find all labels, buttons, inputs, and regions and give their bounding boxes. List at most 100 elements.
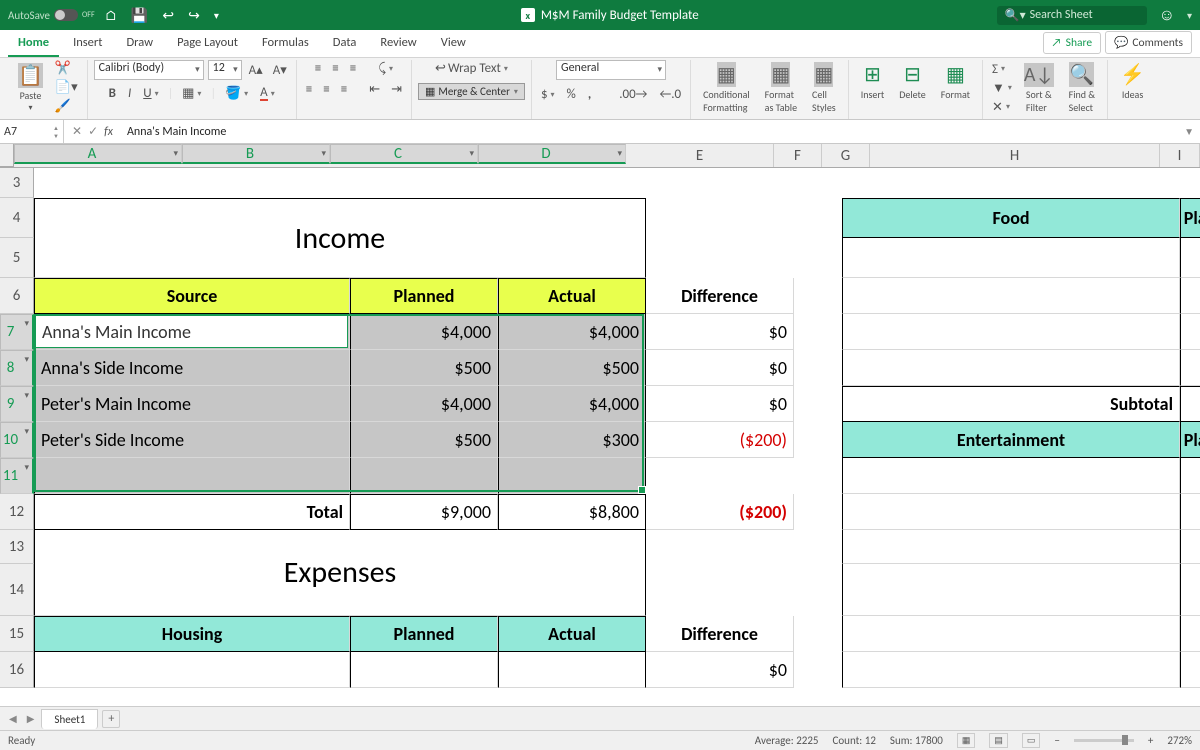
expenses-title[interactable]: Expenses — [34, 530, 646, 616]
increase-decimal-icon[interactable]: .00→ — [616, 86, 650, 103]
header-food[interactable]: Food — [842, 198, 1180, 238]
col-header-E[interactable]: E — [626, 144, 774, 167]
zoom-level[interactable]: 272% — [1167, 734, 1192, 747]
row-header-5[interactable]: 5 — [0, 238, 34, 278]
cell-e16[interactable]: $0 — [646, 652, 794, 688]
row-header-6[interactable]: 6 — [0, 278, 34, 314]
enter-formula-icon[interactable]: ✓ — [88, 124, 98, 139]
grid[interactable]: 345678910111213141516 IncomeSourcePlanne… — [0, 168, 1200, 744]
copy-icon[interactable]: 📄▾ — [52, 79, 81, 96]
format-cells-button[interactable]: ▦Format — [935, 60, 976, 103]
income-source-10[interactable]: Peter's Side Income — [34, 422, 350, 458]
header-difference[interactable]: Difference — [646, 278, 794, 314]
col-header-B[interactable]: B — [182, 144, 330, 164]
increase-font-icon[interactable]: A▴ — [246, 62, 266, 79]
align-top-icon[interactable]: ≡ — [312, 60, 324, 77]
zoom-slider[interactable] — [1074, 739, 1134, 742]
cell-i5[interactable] — [1180, 238, 1200, 278]
header-planned[interactable]: Planned — [350, 278, 498, 314]
decrease-decimal-icon[interactable]: ←.0 — [656, 86, 684, 103]
income-planned-9[interactable]: $4,000 — [350, 386, 498, 422]
income-planned-8[interactable]: $500 — [350, 350, 498, 386]
total-diff[interactable]: ($200) — [646, 494, 794, 530]
header-housing[interactable]: Housing — [34, 616, 350, 652]
decrease-font-icon[interactable]: A▾ — [270, 62, 290, 79]
cancel-formula-icon[interactable]: ✕ — [72, 124, 82, 139]
borders-button[interactable]: ▦ — [179, 85, 204, 102]
view-normal-icon[interactable]: ▦ — [957, 733, 976, 748]
tab-review[interactable]: Review — [370, 29, 426, 57]
cell2-gh15[interactable] — [842, 616, 1180, 652]
cell2-gh13[interactable] — [842, 530, 1180, 564]
save-icon[interactable]: 💾 — [127, 5, 152, 26]
number-format-select[interactable]: General — [556, 60, 666, 80]
sheet-next-icon[interactable]: ▶ — [24, 712, 38, 725]
cut-icon[interactable]: ✂️ — [52, 60, 81, 77]
zoom-in-button[interactable]: + — [1148, 734, 1153, 747]
zoom-out-button[interactable]: − — [1054, 734, 1059, 747]
cell2-i13[interactable] — [1180, 530, 1200, 564]
row-header-11[interactable]: 11 — [0, 458, 34, 494]
row-header-16[interactable]: 16 — [0, 652, 34, 688]
search-sheet[interactable]: 🔍▾ Search Sheet — [997, 6, 1147, 25]
income-planned-10[interactable]: $500 — [350, 422, 498, 458]
sheet-prev-icon[interactable]: ◀ — [6, 712, 20, 725]
row-header-10[interactable]: 10 — [0, 422, 34, 458]
feedback-chevron-icon[interactable]: ▾ — [1187, 9, 1192, 22]
header-plan-food[interactable]: Plan — [1180, 198, 1200, 238]
row-header-3[interactable]: 3 — [0, 168, 34, 198]
cell2-i12[interactable] — [1180, 494, 1200, 530]
tab-insert[interactable]: Insert — [63, 29, 112, 57]
income-diff-8[interactable]: $0 — [646, 350, 794, 386]
cell2-gh16[interactable] — [842, 652, 1180, 688]
income-source-9[interactable]: Peter's Main Income — [34, 386, 350, 422]
tab-formulas[interactable]: Formulas — [252, 29, 319, 57]
header-planned-2[interactable]: Planned — [350, 616, 498, 652]
feedback-icon[interactable]: ☺ — [1153, 6, 1181, 25]
increase-indent-icon[interactable]: ⇥ — [388, 81, 405, 98]
sheet-tab[interactable]: Sheet1 — [41, 709, 98, 729]
header-plan-ent[interactable]: Plan — [1180, 422, 1200, 458]
cell-i7[interactable] — [1180, 314, 1200, 350]
align-middle-icon[interactable]: ≡ — [329, 60, 341, 77]
fill-color-button[interactable]: 🪣 — [222, 85, 251, 102]
orientation-icon[interactable]: ⤹ — [375, 60, 396, 77]
decrease-indent-icon[interactable]: ⇤ — [366, 81, 383, 98]
italic-button[interactable]: I — [125, 85, 134, 102]
cell2-i11[interactable] — [1180, 458, 1200, 494]
undo-icon[interactable]: ↩ — [158, 5, 178, 26]
row-header-4[interactable]: 4 — [0, 198, 34, 238]
total-label[interactable]: Total — [34, 494, 350, 530]
income-actual-7[interactable]: $4,000 — [498, 314, 646, 350]
view-pagelayout-icon[interactable]: ▤ — [989, 733, 1008, 748]
format-painter-icon[interactable]: 🖌️ — [52, 98, 81, 115]
header-actual-2[interactable]: Actual — [498, 616, 646, 652]
conditional-formatting-button[interactable]: ▦Conditional Formatting — [697, 60, 756, 116]
tab-draw[interactable]: Draw — [116, 29, 163, 57]
percent-format-icon[interactable]: % — [564, 86, 579, 103]
font-size-select[interactable]: 12 — [208, 60, 242, 80]
autosum-button[interactable]: Σ — [989, 61, 1015, 78]
col-header-A[interactable]: A — [14, 144, 182, 164]
cell-gh8[interactable] — [842, 350, 1180, 386]
tab-home[interactable]: Home — [8, 29, 59, 57]
col-header-G[interactable]: G — [822, 144, 870, 167]
wrap-text-button[interactable]: ↩ Wrap Text — [432, 60, 511, 77]
row-header-13[interactable]: 13 — [0, 530, 34, 564]
ideas-button[interactable]: ⚡Ideas — [1114, 60, 1151, 103]
col-header-C[interactable]: C — [330, 144, 478, 164]
cell2-i14[interactable] — [1180, 564, 1200, 616]
tab-page-layout[interactable]: Page Layout — [167, 29, 248, 57]
income-diff-9[interactable]: $0 — [646, 386, 794, 422]
cell-d16[interactable] — [498, 652, 646, 688]
header-actual[interactable]: Actual — [498, 278, 646, 314]
row-header-7[interactable]: 7 — [0, 314, 34, 350]
tab-data[interactable]: Data — [323, 29, 367, 57]
row-header-15[interactable]: 15 — [0, 616, 34, 652]
income-title[interactable]: Income — [34, 198, 646, 278]
cell2-gh11[interactable] — [842, 458, 1180, 494]
insert-cells-button[interactable]: ⊞Insert — [855, 60, 891, 103]
accounting-format-icon[interactable]: $ — [538, 86, 558, 103]
share-button[interactable]: ↗ Share — [1043, 32, 1102, 54]
fx-icon[interactable]: fx — [104, 125, 113, 139]
